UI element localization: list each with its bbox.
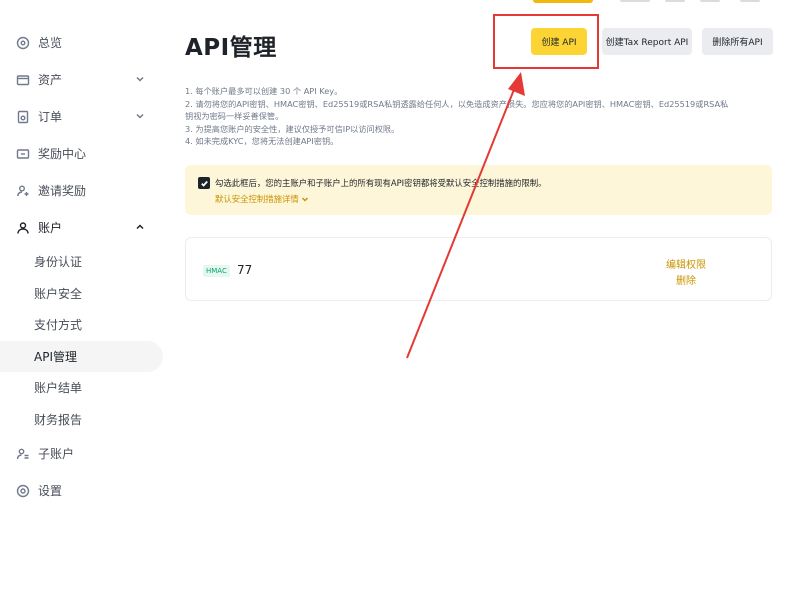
annotation-highlight-box [493,14,599,69]
chevron-down-icon[interactable] [134,73,146,85]
sidebar-subitem-payment[interactable]: 支付方式 [0,309,170,341]
checkmark-icon [200,180,208,187]
api-key-card: HMAC 77 编辑权限 删除 [185,237,772,301]
header-item-edge[interactable] [620,0,650,2]
note-line: 1. 每个账户最多可以创建 30 个 API Key。 [185,86,343,96]
sub-account-icon [16,447,30,461]
chevron-up-icon[interactable] [134,221,146,233]
sidebar-item-invite[interactable]: 邀请奖励 [0,172,170,209]
sidebar-item-label: 奖励中心 [38,147,87,161]
sidebar-item-label: 设置 [38,484,63,498]
api-notes: 1. 每个账户最多可以创建 30 个 API Key。 2. 请勿将您的API密… [185,85,785,148]
sidebar-item-account[interactable]: 账户 [0,209,170,246]
delete-all-api-button[interactable]: 删除所有API [702,28,773,55]
sidebar-item-orders[interactable]: 订单 [0,98,170,135]
chevron-down-icon[interactable] [134,110,146,122]
reward-icon [16,147,30,161]
header-item-edge[interactable] [665,0,685,2]
sidebar-subitem-statements[interactable]: 账户结单 [0,372,170,404]
default-security-details-link[interactable]: 默认安全控制措施详情 [215,193,309,205]
sidebar-item-settings[interactable]: 设置 [0,472,170,509]
sidebar-item-label: 邀请奖励 [38,184,87,198]
sidebar-subitem-reports[interactable]: 财务报告 [0,404,170,436]
api-key-name: 77 [237,263,253,277]
sidebar-item-overview[interactable]: 总览 [0,24,170,61]
home-icon [16,36,30,50]
sidebar: 总览 资产 订单 奖励中心 邀请奖励 账户 身份认证 账户安全 支付方式 API… [0,24,170,509]
user-icon [16,221,30,235]
sidebar-item-label: 账户 [38,221,63,235]
note-line: 3. 为提高您账户的安全性，建议仅授予可信IP以访问权限。 [185,123,400,134]
invite-icon [16,184,30,198]
header-yellow-button-edge[interactable] [533,0,593,3]
settings-icon [16,484,30,498]
details-link-label: 默认安全控制措施详情 [215,194,299,204]
default-security-notice: 勾选此框后，您的主账户和子账户上的所有现有API密钥都将受默认安全控制措施的限制… [185,165,772,215]
header-item-edge[interactable] [740,0,760,2]
wallet-icon [16,73,30,87]
sidebar-subitem-api-management[interactable]: API管理 [0,340,163,372]
edit-permissions-link[interactable]: 编辑权限 [666,256,706,271]
header-item-edge[interactable] [700,0,720,2]
hmac-badge: HMAC [203,265,230,277]
chevron-down-icon [301,197,308,202]
sidebar-item-rewards[interactable]: 奖励中心 [0,135,170,172]
top-header-remnant [0,0,800,4]
sidebar-subitem-identity[interactable]: 身份认证 [0,246,170,278]
note-line: 4. 如未完成KYC，您将无法创建API密钥。 [185,136,339,146]
note-line: 钥视为密码一样妥善保管。 [185,111,284,121]
sidebar-item-sub-account[interactable]: 子账户 [0,435,170,472]
sidebar-item-label: 子账户 [38,447,75,461]
note-line: 2. 请勿将您的API密钥、HMAC密钥、Ed25519或RSA私钥透露给任何人… [185,98,729,109]
order-icon [16,110,30,124]
sidebar-subitem-security[interactable]: 账户安全 [0,278,170,310]
default-security-checkbox[interactable] [198,177,210,189]
sidebar-item-assets[interactable]: 资产 [0,61,170,98]
sidebar-item-label: 总览 [38,36,63,50]
sidebar-item-label: 资产 [38,73,63,87]
create-tax-report-api-button[interactable]: 创建Tax Report API [602,28,692,55]
page-title: API管理 [185,35,277,61]
default-security-text: 勾选此框后，您的主账户和子账户上的所有现有API密钥都将受默认安全控制措施的限制… [215,178,547,188]
sidebar-item-label: 订单 [38,110,63,124]
delete-api-link[interactable]: 删除 [676,272,696,287]
